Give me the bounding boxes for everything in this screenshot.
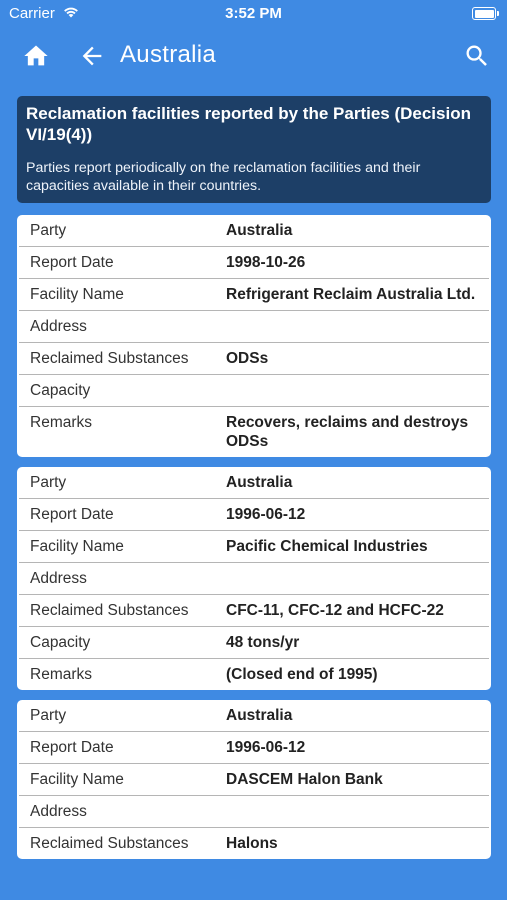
reclaimed-substances-label: Reclaimed Substances [30, 602, 189, 619]
party-label: Party [30, 222, 67, 239]
facility-name-row: Facility Name Refrigerant Reclaim Austra… [19, 279, 489, 311]
party-row: Party Australia [19, 700, 489, 732]
report-date-value: 1996-06-12 [226, 506, 306, 523]
capacity-label: Capacity [30, 382, 91, 399]
party-label: Party [30, 474, 67, 491]
facility-name-value: Pacific Chemical Industries [226, 538, 428, 555]
reclaimed-substances-label: Reclaimed Substances [30, 350, 189, 367]
nav-bar: Australia [0, 32, 507, 78]
capacity-value: 48 tons/yr [226, 634, 300, 651]
reclaimed-substances-row: Reclaimed Substances ODSs [19, 343, 489, 375]
facility-card[interactable]: Party Australia Report Date 1996-06-12 F… [17, 467, 491, 690]
address-row: Address [19, 563, 489, 595]
banner-description: Parties report periodically on the recla… [26, 160, 421, 194]
remarks-label: Remarks [30, 414, 93, 431]
capacity-row: Capacity [19, 375, 489, 407]
address-value [226, 802, 489, 821]
party-row: Party Australia [19, 215, 489, 247]
banner-title: Reclamation facilities reported by the P… [26, 104, 471, 144]
capacity-label: Capacity [30, 634, 91, 651]
capacity-value [226, 381, 489, 400]
address-row: Address [19, 311, 489, 343]
home-icon[interactable] [22, 42, 50, 70]
report-date-label: Report Date [30, 506, 114, 523]
party-label: Party [30, 707, 67, 724]
status-bar: Carrier 3:52 PM [0, 0, 507, 28]
facility-name-label: Facility Name [30, 771, 124, 788]
reclaimed-substances-value: Halons [226, 835, 278, 852]
facility-name-value: Refrigerant Reclaim Australia Ltd. [226, 286, 476, 303]
capacity-row: Capacity 48 tons/yr [19, 627, 489, 659]
remarks-row: Remarks Recovers, reclaims and destroys … [19, 407, 489, 457]
party-value: Australia [226, 707, 293, 724]
party-row: Party Australia [19, 467, 489, 499]
address-label: Address [30, 318, 87, 335]
report-date-value: 1998-10-26 [226, 254, 306, 271]
report-date-value: 1996-06-12 [226, 739, 306, 756]
party-value: Australia [226, 222, 293, 239]
remarks-value: (Closed end of 1995) [226, 666, 378, 683]
facility-name-value: DASCEM Halon Bank [226, 771, 383, 788]
reclaimed-substances-value: ODSs [226, 350, 269, 367]
content: Reclamation facilities reported by the P… [17, 96, 491, 869]
report-date-row: Report Date 1996-06-12 [19, 732, 489, 764]
address-row: Address [19, 796, 489, 828]
facility-name-label: Facility Name [30, 538, 124, 555]
facility-name-row: Facility Name DASCEM Halon Bank [19, 764, 489, 796]
address-label: Address [30, 570, 87, 587]
clock: 3:52 PM [225, 5, 282, 22]
address-value [226, 569, 489, 588]
page-title: Australia [120, 41, 217, 68]
remarks-row: Remarks (Closed end of 1995) [19, 659, 489, 690]
remarks-value: Recovers, reclaims and destroys ODSs [226, 414, 469, 450]
party-value: Australia [226, 474, 293, 491]
facility-name-label: Facility Name [30, 286, 124, 303]
report-date-label: Report Date [30, 739, 114, 756]
reclaimed-substances-label: Reclaimed Substances [30, 835, 189, 852]
facility-name-row: Facility Name Pacific Chemical Industrie… [19, 531, 489, 563]
remarks-label: Remarks [30, 666, 93, 683]
report-date-label: Report Date [30, 254, 114, 271]
facility-card[interactable]: Party Australia Report Date 1998-10-26 F… [17, 215, 491, 457]
address-label: Address [30, 803, 87, 820]
facility-card[interactable]: Party Australia Report Date 1996-06-12 F… [17, 700, 491, 859]
back-arrow-icon[interactable] [78, 42, 106, 70]
search-icon[interactable] [463, 42, 491, 70]
battery-icon [472, 7, 499, 20]
reclaimed-substances-row: Reclaimed Substances CFC-11, CFC-12 and … [19, 595, 489, 627]
reclaimed-substances-row: Reclaimed Substances Halons [19, 828, 489, 859]
info-banner: Reclamation facilities reported by the P… [17, 96, 491, 203]
report-date-row: Report Date 1996-06-12 [19, 499, 489, 531]
report-date-row: Report Date 1998-10-26 [19, 247, 489, 279]
address-value [226, 317, 489, 336]
reclaimed-substances-value: CFC-11, CFC-12 and HCFC-22 [226, 602, 444, 619]
